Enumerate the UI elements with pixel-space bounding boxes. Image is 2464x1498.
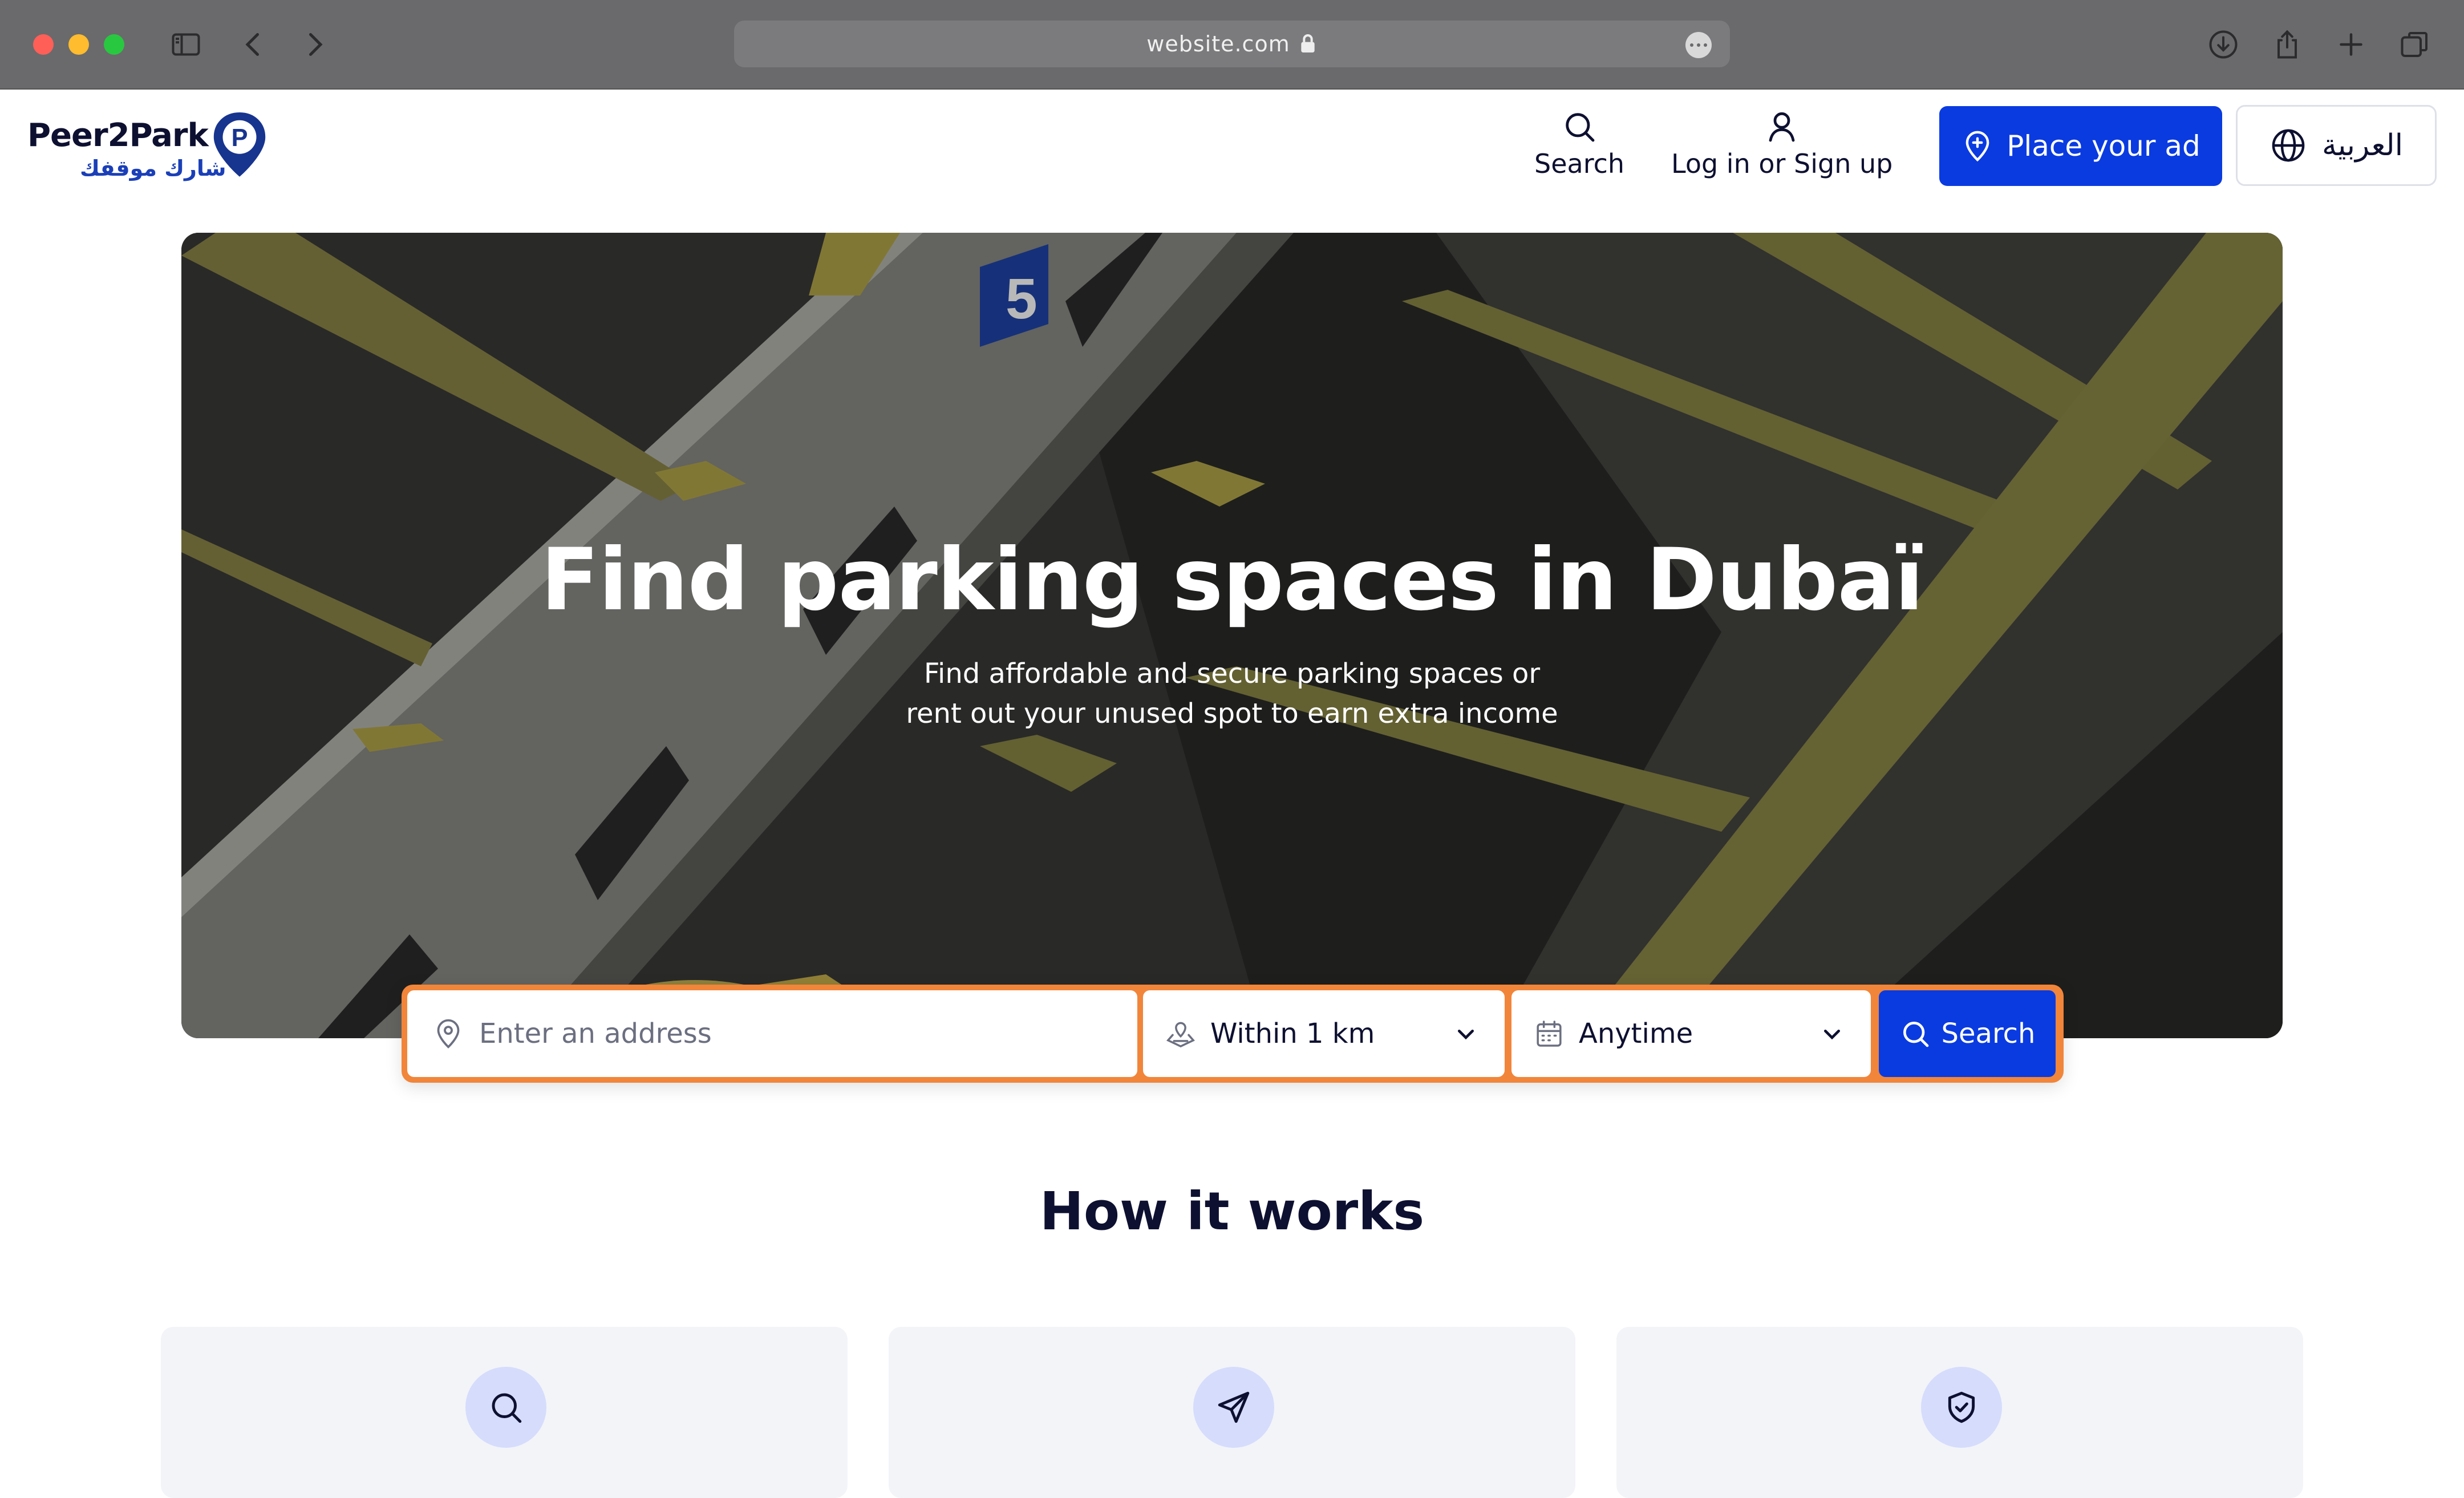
hero-subtitle-line-2: rent out your unused spot to earn extra …: [906, 698, 1558, 730]
nav-search-label: Search: [1534, 148, 1625, 179]
parking-search-form: Within 1 km Anytime Search: [402, 985, 2064, 1083]
forward-icon[interactable]: [293, 23, 337, 66]
card-icon-bubble: [465, 1367, 546, 1448]
hero-subtitle-line-1: Find affordable and secure parking space…: [923, 658, 1541, 690]
hero-subtitle: Find affordable and secure parking space…: [809, 654, 1655, 734]
user-icon: [1769, 112, 1795, 142]
sidebar-icon[interactable]: [164, 23, 208, 66]
time-select[interactable]: Anytime: [1511, 990, 1871, 1077]
language-switch-button[interactable]: العربية: [2236, 105, 2437, 186]
chevron-down-icon: [1458, 1030, 1474, 1040]
close-window-button[interactable]: [33, 34, 54, 55]
search-submit-label: Search: [1941, 1018, 2036, 1050]
parking-pin-icon: P: [213, 112, 266, 177]
location-plus-icon: [1965, 131, 1989, 162]
hero-title: Find parking spaces in Dubaï: [540, 531, 1924, 630]
calendar-icon: [1537, 1021, 1562, 1047]
logo-pin-letter: P: [232, 124, 248, 152]
card-icon-bubble: [1193, 1367, 1274, 1448]
time-value: Anytime: [1579, 1018, 1693, 1050]
location-pin-icon: [437, 1019, 460, 1048]
search-icon: [1903, 1022, 1928, 1047]
search-icon: [492, 1393, 522, 1423]
radius-select[interactable]: Within 1 km: [1143, 990, 1505, 1077]
how-it-works-title: How it works: [1039, 1181, 1425, 1242]
globe-icon: [2272, 129, 2305, 162]
lock-icon: [1301, 34, 1315, 52]
how-it-works-card: [889, 1327, 1575, 1498]
hero-banner: 5 Find parking spaces in Dubaï Find affo…: [181, 233, 2283, 1038]
radius-value: Within 1 km: [1210, 1018, 1375, 1050]
share-icon[interactable]: [2266, 23, 2309, 66]
shield-check-icon: [1948, 1391, 1975, 1423]
radius-map-icon: [1166, 1022, 1195, 1048]
logo-arabic-text: شارك موقفك: [80, 156, 226, 181]
place-ad-label: Place your ad: [2007, 129, 2200, 163]
more-icon[interactable]: [1685, 32, 1712, 58]
chevron-down-icon: [1824, 1030, 1840, 1040]
maximize-window-button[interactable]: [104, 34, 124, 55]
search-icon: [1566, 113, 1595, 142]
send-icon: [1218, 1391, 1250, 1423]
language-label: العربية: [2321, 128, 2404, 163]
browser-toolbar: website.com: [0, 0, 2464, 90]
address-input[interactable]: [478, 1017, 1108, 1050]
nav-login-label: Log in or Sign up: [1671, 148, 1893, 179]
nav-search-link[interactable]: Search: [1534, 108, 1624, 179]
nav-login-link[interactable]: Log in or Sign up: [1671, 108, 1892, 179]
search-submit-button[interactable]: Search: [1879, 990, 2056, 1077]
logo-text: Peer2Park: [27, 117, 209, 154]
site-logo[interactable]: Peer2Park شارك موقفك P: [27, 111, 267, 185]
new-tab-icon[interactable]: [2329, 23, 2373, 66]
tabs-overview-icon[interactable]: [2393, 23, 2437, 66]
minimize-window-button[interactable]: [68, 34, 89, 55]
how-it-works-card: [1616, 1327, 2303, 1498]
back-icon[interactable]: [232, 23, 275, 66]
hero-overlay: [181, 233, 2283, 1038]
how-it-works-card: [161, 1327, 848, 1498]
address-bar[interactable]: website.com: [734, 21, 1730, 67]
download-icon[interactable]: [2202, 23, 2245, 66]
address-field[interactable]: [407, 990, 1137, 1077]
card-icon-bubble: [1921, 1367, 2002, 1448]
place-ad-button[interactable]: Place your ad: [1939, 106, 2222, 186]
url-text: website.com: [1146, 31, 1290, 56]
